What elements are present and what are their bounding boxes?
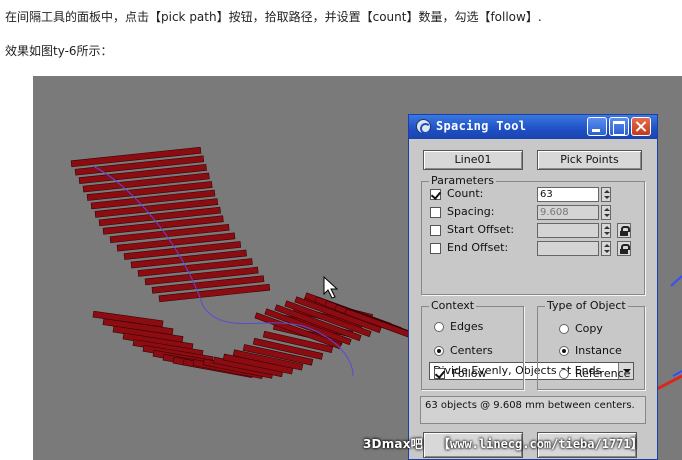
seat-slats	[92, 292, 432, 379]
copy-radio[interactable]	[559, 324, 569, 334]
app-icon	[416, 119, 431, 134]
spacing-tool-dialog: Spacing Tool Line01 Pick Points Paramete…	[408, 114, 658, 460]
start-offset-lock-icon[interactable]	[617, 223, 631, 238]
dialog-title: Spacing Tool	[436, 119, 527, 133]
close-button[interactable]	[631, 117, 651, 136]
type-of-object-label: Type of Object	[545, 299, 628, 312]
mouse-cursor-icon	[323, 275, 339, 299]
spacing-checkbox[interactable]	[430, 207, 441, 218]
follow-checkbox[interactable]	[434, 368, 445, 379]
follow-label: Follow	[452, 367, 487, 380]
count-spinner[interactable]	[601, 187, 611, 202]
end-offset-field[interactable]	[537, 241, 599, 256]
watermark-right: 【www.linecg.com/tieba/1771】	[438, 437, 643, 451]
count-label: Count:	[447, 187, 484, 200]
parameters-group: Parameters Count: 63 Spacing: 9.608 Star…	[421, 174, 645, 380]
reference-radio[interactable]	[559, 369, 569, 379]
spacing-label: Spacing:	[447, 205, 495, 218]
end-offset-label: End Offset:	[447, 241, 509, 254]
centers-radio[interactable]	[434, 346, 444, 356]
instruction-paragraph: 在间隔工具的面板中，点击【pick path】按钮，拾取路径，并设置【count…	[5, 10, 542, 24]
context-group: Context Edges Centers Follow	[421, 299, 524, 390]
maximize-button[interactable]	[609, 117, 629, 136]
centers-label: Centers	[450, 344, 493, 357]
edges-radio[interactable]	[434, 322, 444, 332]
gizmo-axis	[670, 275, 682, 377]
count-field[interactable]: 63	[537, 187, 599, 202]
start-offset-checkbox[interactable]	[430, 225, 441, 236]
instance-label: Instance	[575, 344, 622, 357]
status-text: 63 objects @ 9.608 mm between centers.	[420, 396, 646, 424]
end-offset-spinner[interactable]	[601, 241, 611, 256]
caption-paragraph: 效果如图ty-6所示：	[5, 44, 113, 58]
start-offset-spinner[interactable]	[601, 223, 611, 238]
start-offset-field[interactable]	[537, 223, 599, 238]
edges-label: Edges	[450, 320, 484, 333]
count-checkbox[interactable]	[430, 189, 441, 200]
instance-radio[interactable]	[559, 346, 569, 356]
spacing-field[interactable]: 9.608	[537, 205, 599, 220]
pick-points-button[interactable]: Pick Points	[537, 150, 642, 170]
type-of-object-group: Type of Object Copy Instance Reference	[537, 299, 645, 390]
max-screenshot: Spacing Tool Line01 Pick Points Paramete…	[33, 76, 682, 460]
watermark-left: 3Dmax吧	[363, 437, 423, 451]
copy-label: Copy	[575, 322, 603, 335]
reference-label: Reference	[575, 367, 631, 380]
dialog-title-bar[interactable]: Spacing Tool	[409, 115, 657, 139]
minimize-button[interactable]	[587, 117, 607, 136]
context-label: Context	[429, 299, 477, 312]
start-offset-label: Start Offset:	[447, 223, 515, 236]
end-offset-lock-icon[interactable]	[617, 241, 631, 256]
end-offset-checkbox[interactable]	[430, 243, 441, 254]
parameters-label: Parameters	[429, 174, 496, 187]
spacing-spinner[interactable]	[601, 205, 611, 220]
pick-path-button[interactable]: Line01	[423, 150, 523, 170]
